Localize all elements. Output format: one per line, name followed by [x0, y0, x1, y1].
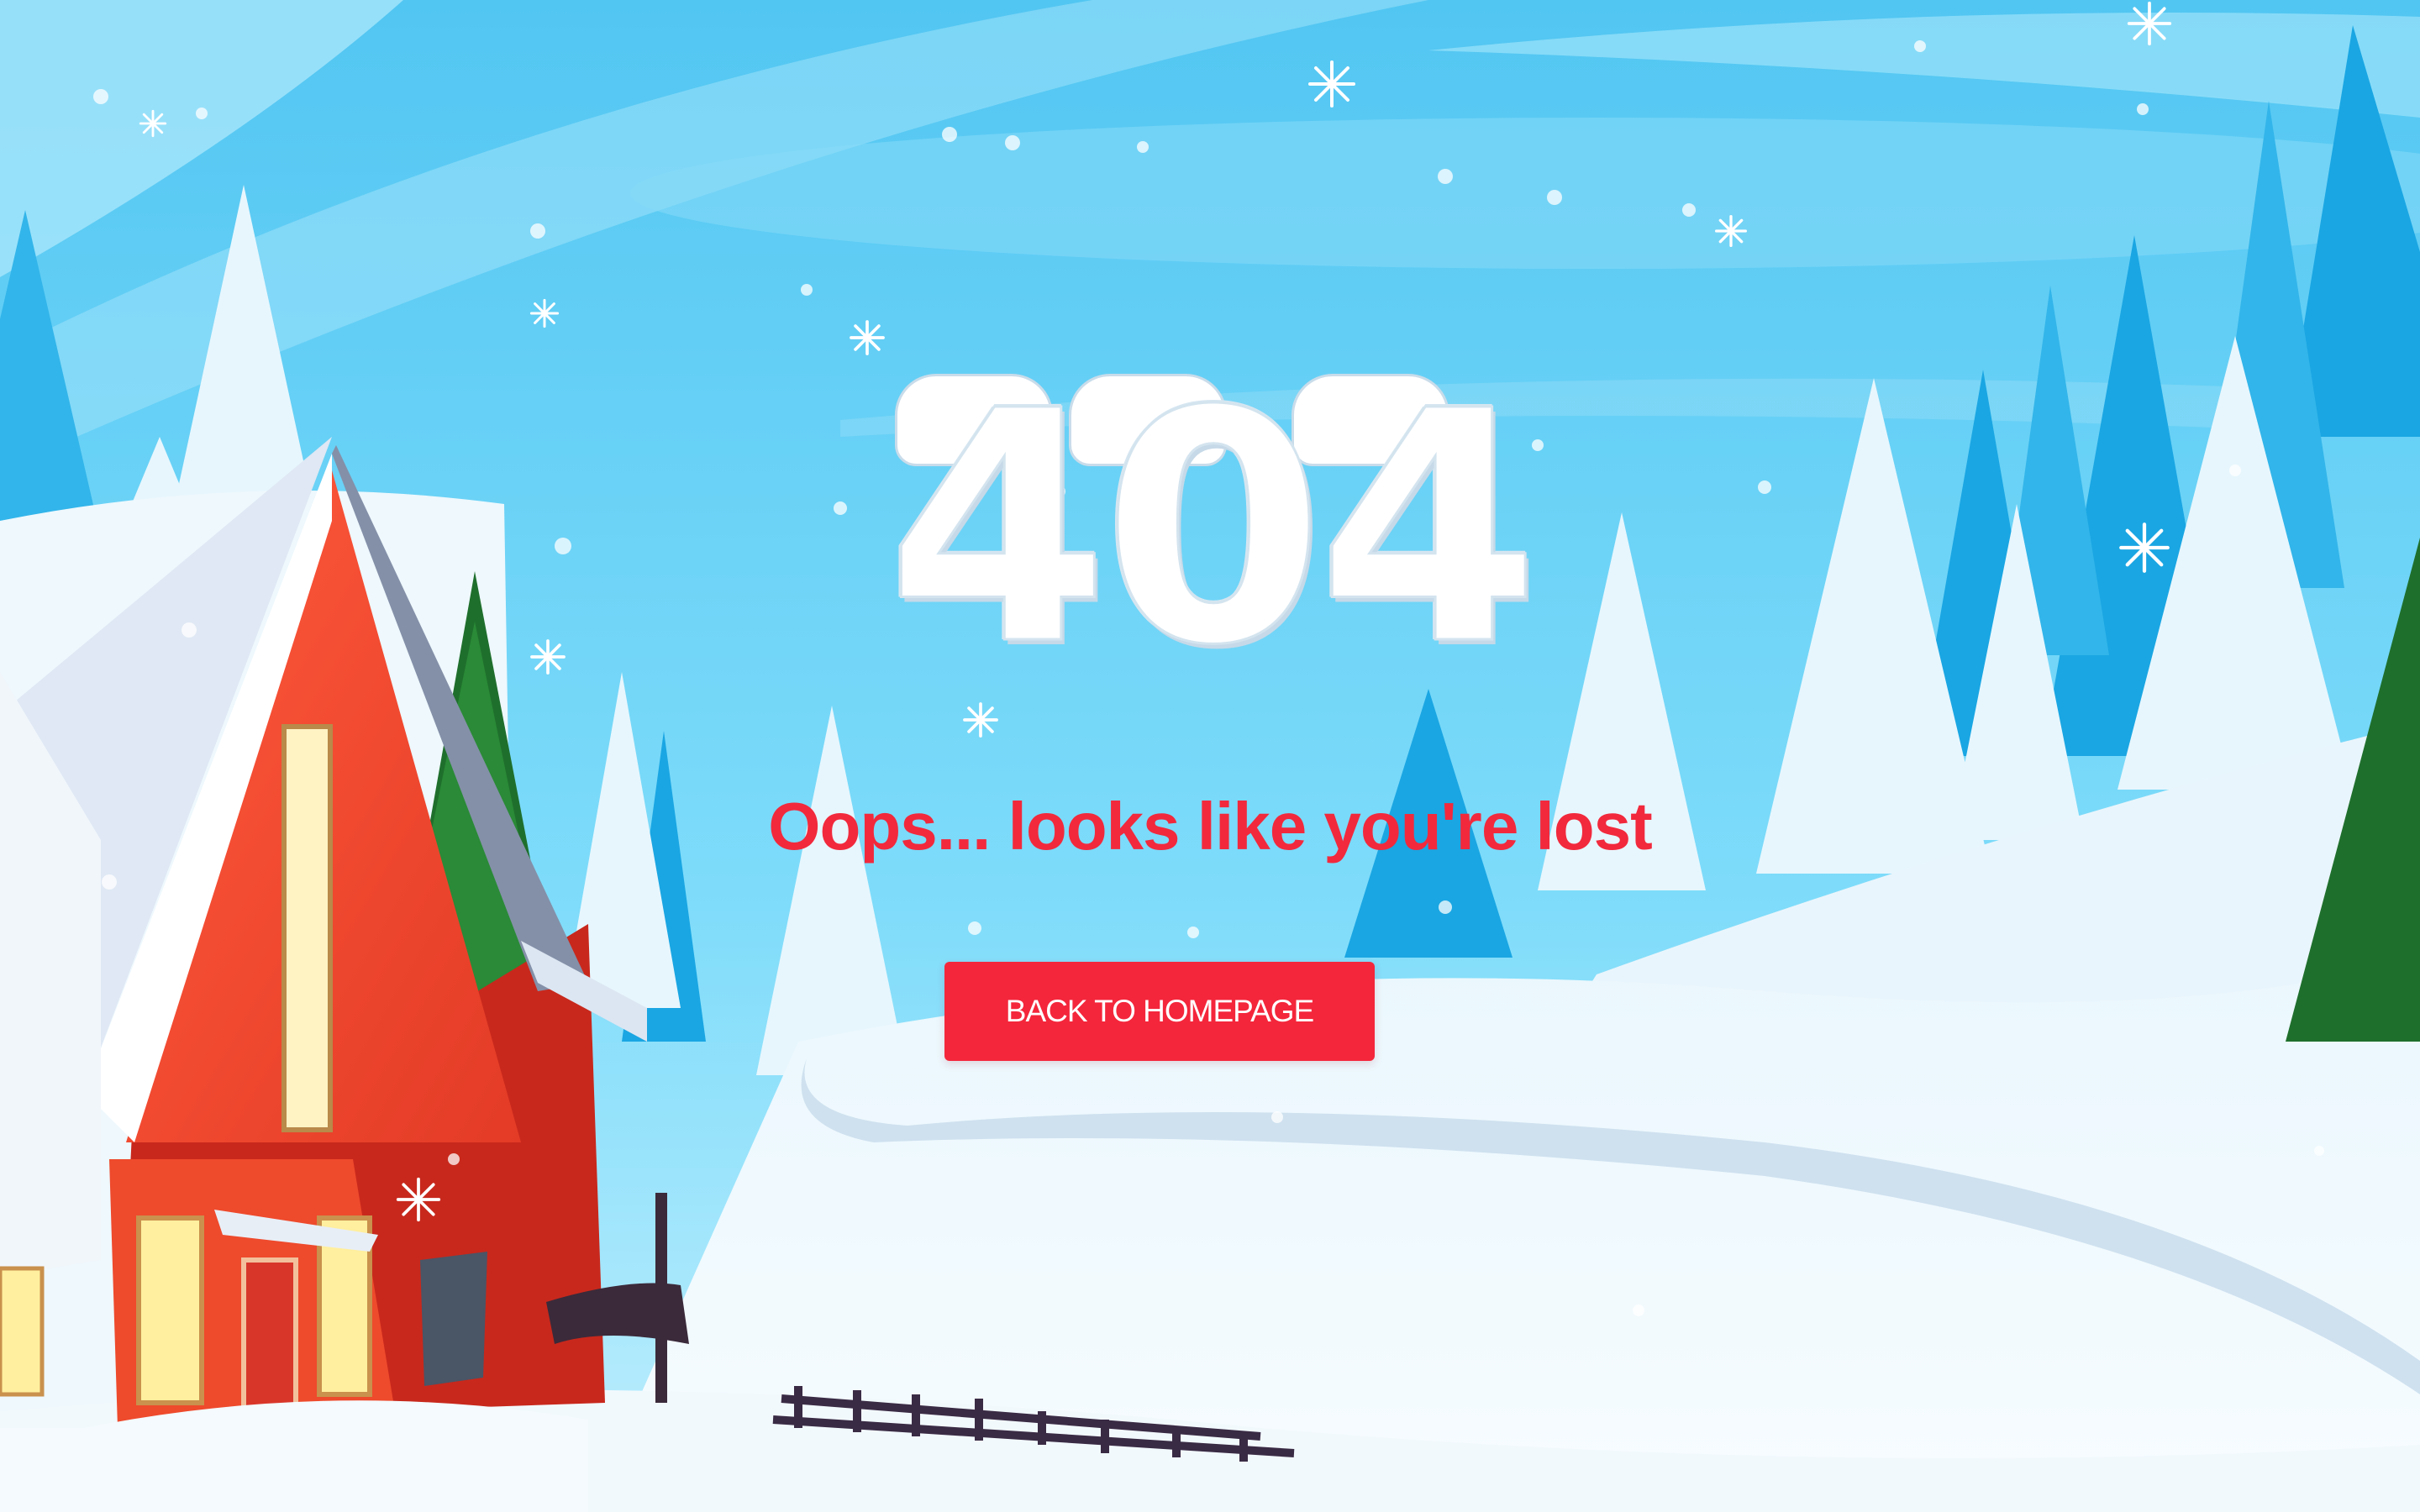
snowflake-icon [396, 1177, 441, 1222]
back-to-homepage-button[interactable]: BACK TO HOMEPAGE [944, 962, 1375, 1061]
snowflake-icon [850, 320, 885, 355]
snowflake-icon [139, 109, 167, 138]
snowflake-icon [529, 298, 560, 328]
winter-scene-background [0, 0, 2420, 1512]
error-404-page: 404 Oops... looks like you're lost BACK … [0, 0, 2420, 1512]
snowflake-icon [2127, 1, 2172, 46]
snowflake-icon [1715, 215, 1747, 247]
error-code: 404 [886, 343, 1541, 715]
error-message: Oops... looks like you're lost [768, 789, 1653, 864]
snowflake-icon [1308, 60, 1355, 108]
